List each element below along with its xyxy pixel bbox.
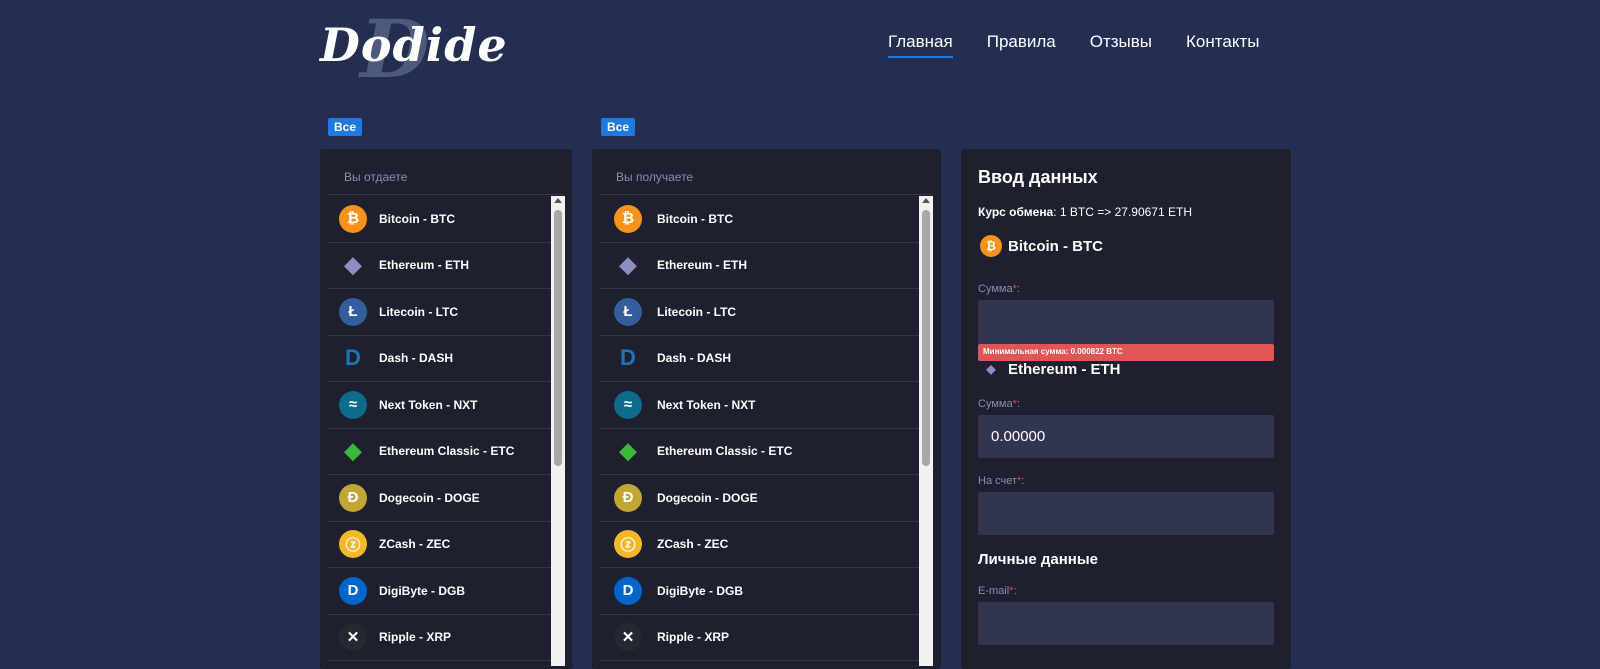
currency-name: Ripple - XRP: [657, 630, 730, 645]
ethereum-icon: ◆: [986, 362, 996, 376]
btc-icon: ₿: [614, 204, 642, 233]
currency-name: ZCash - ZEC: [379, 537, 451, 552]
nav-rules[interactable]: Правила: [987, 32, 1056, 58]
currency-name: Next Token - NXT: [379, 397, 478, 412]
currency-option[interactable]: ₿ Bitcoin - BTC: [600, 196, 919, 243]
currency-name: Ripple - XRP: [379, 630, 452, 645]
get-scrollbar[interactable]: [919, 196, 933, 666]
currency-name: Ethereum Classic - ETC: [657, 444, 793, 459]
currency-option[interactable]: ◆ Ethereum - ETH: [328, 243, 551, 289]
currency-name: Bitcoin - BTC: [379, 211, 455, 226]
currency-option[interactable]: ₿ Bitcoin - BTC: [328, 196, 551, 243]
currency-name: Next Token - NXT: [657, 397, 756, 412]
account-label: На счет*:: [978, 475, 1025, 487]
currency-name: Litecoin - LTC: [379, 304, 459, 319]
get-title: Вы получаете: [600, 149, 933, 195]
currency-option[interactable]: D DigiByte - DGB: [328, 568, 551, 615]
dash-icon: D: [339, 344, 367, 373]
currency-name: Dogecoin - DOGE: [379, 490, 480, 505]
xrp-icon: ✕: [614, 623, 642, 652]
give-list: ₿ Bitcoin - BTC ◆ Ethereum - ETH Ł Litecoin -…: [328, 196, 551, 661]
email-input[interactable]: [978, 602, 1274, 645]
exchange-rate: Курс обмена: 1 BTC => 27.90671 ETH: [978, 205, 1192, 219]
get-filter-all-button[interactable]: Все: [601, 118, 635, 136]
currency-option[interactable]: ≈ Next Token - NXT: [328, 382, 551, 429]
dgb-icon: D: [614, 576, 642, 605]
dgb-icon: D: [339, 576, 367, 605]
nxt-icon: ≈: [614, 390, 642, 419]
currency-option[interactable]: ◆ Ethereum Classic - ETC: [600, 429, 919, 475]
data-entry-panel: Ввод данных Курс обмена: 1 BTC => 27.906…: [961, 149, 1291, 669]
amount-from-input[interactable]: [978, 300, 1274, 344]
personal-data-title: Личные данные: [978, 551, 1098, 568]
currency-option[interactable]: Ð Dogecoin - DOGE: [328, 475, 551, 522]
doge-icon: Ð: [339, 483, 367, 512]
amount-to-input[interactable]: 0.00000: [978, 415, 1274, 458]
nav-reviews[interactable]: Отзывы: [1090, 32, 1152, 58]
account-input[interactable]: [978, 492, 1274, 535]
give-filter-all-button[interactable]: Все: [328, 118, 362, 136]
ltc-icon: Ł: [614, 297, 642, 326]
currency-option[interactable]: ✕ Ripple - XRP: [600, 615, 919, 661]
currency-name: Litecoin - LTC: [657, 304, 737, 319]
get-panel: Вы получаете ₿ Bitcoin - BTC ◆ Ethereum - E…: [592, 149, 941, 669]
currency-option[interactable]: ✕ Ripple - XRP: [328, 615, 551, 661]
nav-contacts[interactable]: Контакты: [1186, 32, 1259, 58]
eth-icon: ◆: [614, 251, 642, 280]
dash-icon: D: [614, 344, 642, 373]
currency-name: DigiByte - DGB: [657, 583, 744, 598]
etc-icon: ◆: [614, 437, 642, 466]
etc-icon: ◆: [339, 437, 367, 466]
bitcoin-icon: ₿: [980, 235, 1002, 257]
currency-name: DigiByte - DGB: [379, 583, 466, 598]
currency-option[interactable]: D Dash - DASH: [600, 336, 919, 382]
btc-icon: ₿: [339, 204, 367, 233]
zec-icon: ⓩ: [339, 530, 367, 559]
currency-name: ZCash - ZEC: [657, 537, 729, 552]
ltc-icon: Ł: [339, 297, 367, 326]
currency-name: Bitcoin - BTC: [657, 211, 733, 226]
currency-option[interactable]: ⓩ ZCash - ZEC: [600, 522, 919, 568]
eth-icon: ◆: [339, 251, 367, 280]
currency-option[interactable]: Ð Dogecoin - DOGE: [600, 475, 919, 522]
form-title: Ввод данных: [978, 167, 1098, 187]
currency-option[interactable]: Ł Litecoin - LTC: [600, 289, 919, 336]
amount-to-label: Сумма*:: [978, 398, 1020, 410]
currency-option[interactable]: Ł Litecoin - LTC: [328, 289, 551, 336]
currency-name: Ethereum - ETH: [379, 258, 470, 273]
main-nav: Главная Правила Отзывы Контакты: [888, 32, 1259, 58]
give-panel: Вы отдаете ₿ Bitcoin - BTC ◆ Ethereum - ETH…: [320, 149, 572, 669]
currency-option[interactable]: D DigiByte - DGB: [600, 568, 919, 615]
currency-name: Dash - DASH: [657, 351, 732, 366]
get-list: ₿ Bitcoin - BTC ◆ Ethereum - ETH Ł Litecoin -…: [600, 196, 919, 661]
nxt-icon: ≈: [339, 390, 367, 419]
from-currency: ₿ Bitcoin - BTC: [978, 235, 1274, 257]
currency-name: Dogecoin - DOGE: [657, 490, 758, 505]
xrp-icon: ✕: [339, 623, 367, 652]
logo[interactable]: D Dodide: [320, 2, 507, 96]
currency-name: Dash - DASH: [379, 351, 454, 366]
currency-option[interactable]: ⓩ ZCash - ZEC: [328, 522, 551, 568]
currency-name: Ethereum Classic - ETC: [379, 444, 515, 459]
currency-option[interactable]: ◆ Ethereum Classic - ETC: [328, 429, 551, 475]
give-title: Вы отдаете: [328, 149, 564, 195]
to-currency: ◆ Ethereum - ETH: [978, 358, 1274, 380]
currency-option[interactable]: ≈ Next Token - NXT: [600, 382, 919, 429]
currency-name: Ethereum - ETH: [657, 258, 748, 273]
currency-option[interactable]: D Dash - DASH: [328, 336, 551, 382]
doge-icon: Ð: [614, 483, 642, 512]
zec-icon: ⓩ: [614, 530, 642, 559]
nav-home[interactable]: Главная: [888, 32, 953, 58]
amount-from-label: Сумма*:: [978, 283, 1020, 295]
give-scrollbar[interactable]: [551, 196, 565, 666]
email-label: E-mail*:: [978, 585, 1017, 597]
currency-option[interactable]: ◆ Ethereum - ETH: [600, 243, 919, 289]
